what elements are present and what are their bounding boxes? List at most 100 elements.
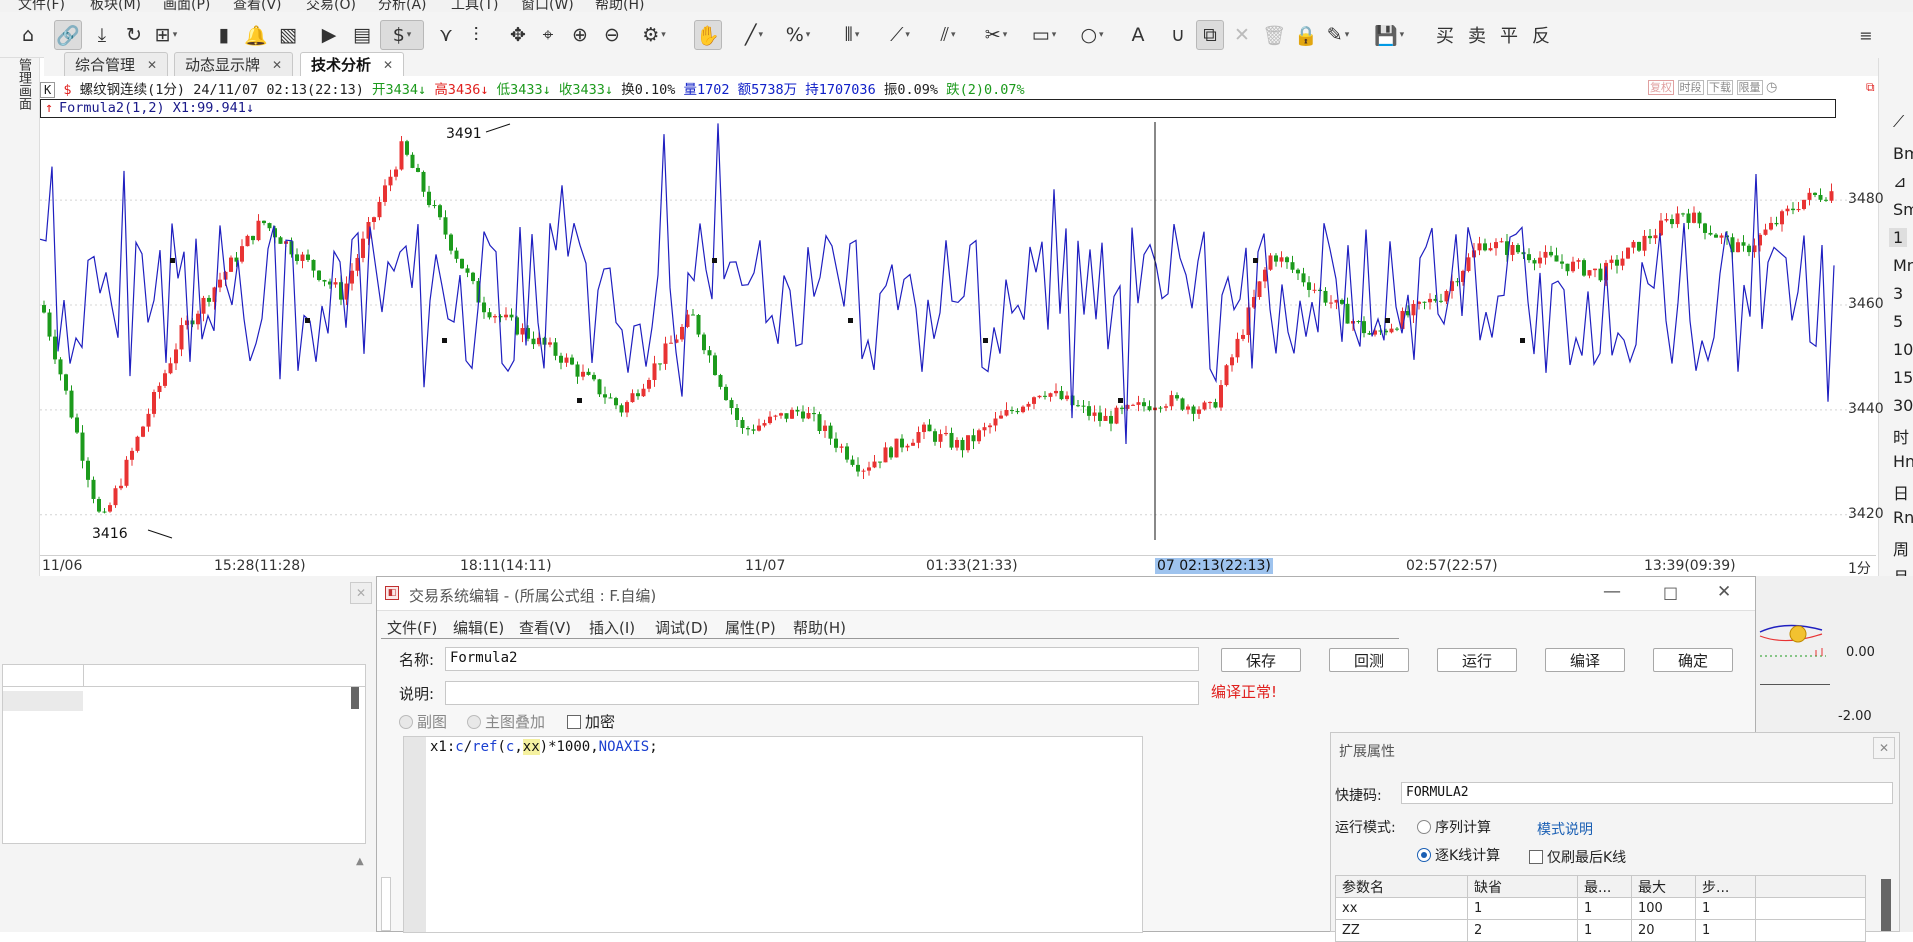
fan-icon[interactable]: ⟋ ▾ [886, 20, 914, 50]
period-day[interactable]: 日 [1893, 480, 1909, 504]
home-icon[interactable]: ⌂ [14, 20, 42, 50]
chart-line-icon[interactable]: ▧ [274, 20, 302, 50]
ok-button[interactable]: 确定 [1653, 648, 1733, 672]
menu-help[interactable]: 帮助(H) [595, 0, 644, 12]
sell-button[interactable]: 卖 [1468, 22, 1486, 48]
name-input[interactable]: Formula2 [445, 647, 1199, 671]
selected-row[interactable] [3, 691, 83, 711]
param-cell[interactable]: ZZ [1335, 919, 1468, 942]
save-button[interactable]: 保存 [1221, 648, 1301, 672]
clock-icon[interactable]: ◷ [1766, 80, 1777, 95]
col-header[interactable]: 参数名 [1335, 875, 1468, 898]
compile-button[interactable]: 编译 [1545, 648, 1625, 672]
copy-icon[interactable]: ⧉ [1196, 20, 1224, 50]
limit-button[interactable]: 限量 [1736, 80, 1763, 95]
dialog-menu-properties[interactable]: 属性(P) [725, 617, 776, 638]
dialog-menu-insert[interactable]: 插入(I) [589, 617, 635, 638]
play-icon[interactable]: ▶ [315, 20, 343, 50]
hamburger-menu-icon[interactable]: ≡ [1852, 20, 1880, 50]
area-chart-icon[interactable]: ⊿ [1893, 172, 1906, 191]
col-header[interactable]: 步... [1695, 875, 1756, 898]
text-tool-icon[interactable]: A [1124, 20, 1152, 50]
param-cell[interactable]: 1 [1577, 897, 1632, 920]
price-chart[interactable]: 3491 3416 [40, 118, 1876, 555]
link-icon[interactable]: 🔗 [54, 20, 82, 50]
run-button[interactable]: 运行 [1437, 648, 1517, 672]
magnet-icon[interactable]: ∪ [1164, 20, 1192, 50]
reverse-button[interactable]: 反 [1532, 22, 1550, 48]
dialog-menu-edit[interactable]: 编辑(E) [453, 617, 504, 638]
description-input[interactable] [445, 681, 1199, 705]
save-icon[interactable]: 💾 ▾ [1374, 20, 1404, 50]
menu-view[interactable]: 查看(V) [233, 0, 282, 12]
dialog-menu-debug[interactable]: 调试(D) [655, 617, 708, 638]
maximize-icon[interactable]: □ [1663, 583, 1678, 602]
editor-side-scroll[interactable] [381, 877, 391, 931]
gear-icon[interactable]: ⚙ ▾ [640, 20, 668, 50]
menu-sector[interactable]: 板块(M) [90, 0, 141, 12]
document-icon[interactable]: ▤ [348, 20, 376, 50]
period-1[interactable]: 1 [1889, 228, 1908, 247]
download-icon[interactable]: ⤓ [88, 20, 116, 50]
period-hour[interactable]: 时 [1893, 424, 1909, 448]
menu-tools[interactable]: 工具(T) [451, 0, 498, 12]
bell-icon[interactable]: 🔔 [242, 20, 270, 50]
scrollbar-thumb[interactable] [351, 687, 359, 709]
circle-icon[interactable]: ○ ▾ [1078, 20, 1106, 50]
line-draw-icon[interactable]: ╱ ▾ [740, 20, 768, 50]
fib-icon[interactable]: % ▾ [784, 20, 812, 50]
param-cell[interactable]: 1 [1695, 919, 1756, 942]
formula-bar[interactable]: ↑ Formula2(1,2) X1:99.941↓ [40, 99, 1836, 118]
k-badge[interactable]: K [40, 82, 56, 98]
period-week[interactable]: 周 [1893, 536, 1909, 560]
backtest-button[interactable]: 回测 [1329, 648, 1409, 672]
grid-icon[interactable]: ⊞ ▾ [152, 20, 180, 50]
period-15[interactable]: 15 [1893, 368, 1913, 387]
col-header[interactable]: 最大 [1631, 875, 1696, 898]
dialog-menu-help[interactable]: 帮助(H) [793, 617, 846, 638]
refresh-icon[interactable]: ↻ [120, 20, 148, 50]
zoom-in-icon[interactable]: ⊕ [566, 20, 594, 50]
menu-trade[interactable]: 交易(O) [306, 0, 356, 12]
period-hn[interactable]: Hn [1893, 452, 1913, 471]
tab-technical-analysis[interactable]: 技术分析 ✕ [300, 52, 405, 76]
dialog-menu-file[interactable]: 文件(F) [387, 617, 437, 638]
session-button[interactable]: 时段 [1677, 80, 1704, 95]
tab-close-icon[interactable]: ✕ [383, 58, 393, 72]
param-cell[interactable]: 1 [1695, 897, 1756, 920]
tab-overview[interactable]: 综合管理 ✕ [64, 52, 169, 76]
period-30[interactable]: 30 [1893, 396, 1913, 415]
gann-icon[interactable]: ✂ ▾ [982, 20, 1010, 50]
dialog-menu-view[interactable]: 查看(V) [519, 617, 571, 638]
col-header[interactable]: 缺省 [1467, 875, 1578, 898]
menu-file[interactable]: 文件(F) [18, 0, 65, 12]
mode-series-option[interactable]: 序列计算 [1417, 817, 1491, 837]
line-chart-icon[interactable]: ⟋ [1893, 112, 1904, 132]
period-5[interactable]: 5 [1893, 312, 1903, 331]
main-overlay-option[interactable]: 主图叠加 [467, 711, 545, 732]
mode-help-link[interactable]: 模式说明 [1537, 819, 1593, 839]
refresh-last-option[interactable]: 仅刷最后K线 [1529, 847, 1626, 867]
param-cell[interactable]: 2 [1467, 919, 1578, 942]
encrypt-option[interactable]: 加密 [567, 711, 615, 732]
period-bm[interactable]: Bm [1893, 144, 1913, 163]
tab-close-icon[interactable]: ✕ [272, 58, 282, 72]
menu-screen[interactable]: 画面(P) [163, 0, 210, 12]
window-restore-icon[interactable]: ⧉ [1866, 80, 1875, 95]
period-mn[interactable]: Mn [1893, 256, 1913, 275]
candlestick-icon[interactable]: ▮ [210, 20, 238, 50]
param-cell[interactable]: 1 [1467, 897, 1578, 920]
period-rn[interactable]: Rn [1893, 508, 1913, 527]
minimize-icon[interactable]: — [1603, 581, 1621, 602]
management-screen-label[interactable]: 管理画面 [14, 58, 33, 110]
period-10[interactable]: 10 [1893, 340, 1913, 359]
lock-icon[interactable]: 🔒 [1292, 20, 1320, 50]
param-cell[interactable]: 20 [1631, 919, 1696, 942]
zoom-out-icon[interactable]: ⊖ [598, 20, 626, 50]
close-position-button[interactable]: 平 [1500, 22, 1518, 48]
delete-icon[interactable]: ✕ [1228, 20, 1256, 50]
rectangle-icon[interactable]: ▭ ▾ [1030, 20, 1058, 50]
sliders-icon[interactable]: ⫶ [462, 20, 490, 50]
trash-icon[interactable]: 🗑 [1260, 20, 1288, 50]
crosshair-icon[interactable]: ⌖ [534, 20, 562, 50]
